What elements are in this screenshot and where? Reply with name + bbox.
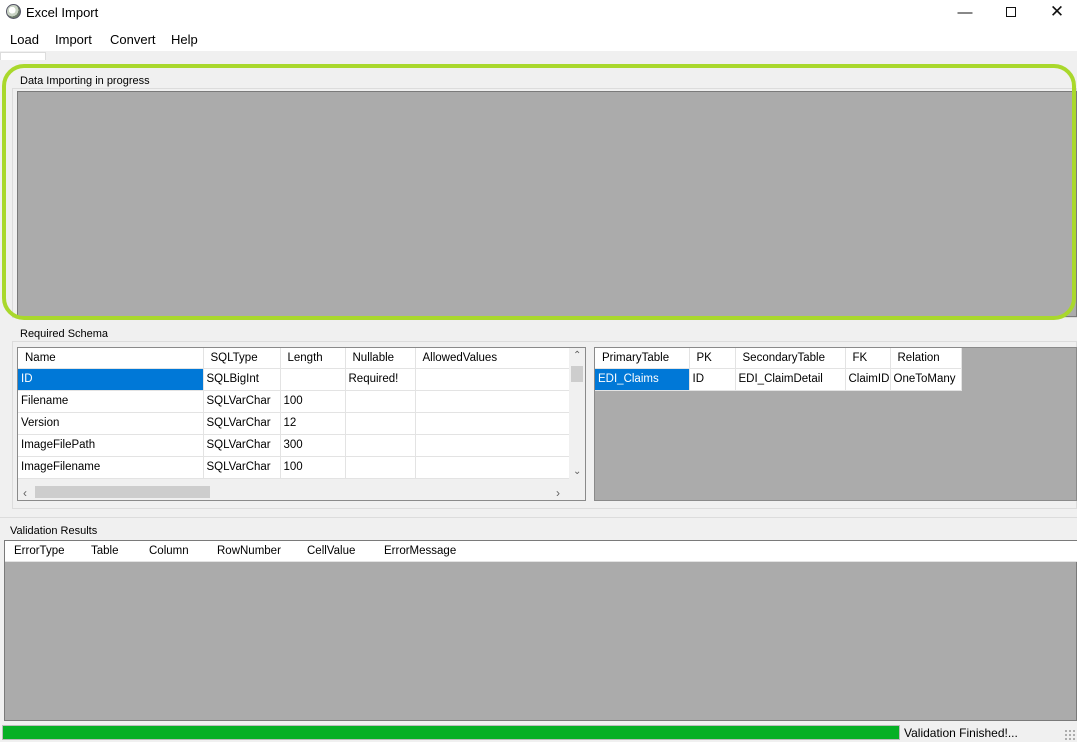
table-cell[interactable]: SQLVarChar <box>203 434 281 457</box>
table-cell[interactable] <box>345 412 416 435</box>
schema-header-row: Name SQLType Length Nullable AllowedValues <box>18 348 570 369</box>
resize-grip-icon[interactable] <box>1064 729 1075 740</box>
table-cell[interactable] <box>415 412 570 435</box>
close-button[interactable]: ✕ <box>1034 0 1077 24</box>
table-cell[interactable] <box>345 390 416 413</box>
schema-grid[interactable]: Name SQLType Length Nullable AllowedValues I… <box>17 347 586 501</box>
validation-grid[interactable]: ErrorType Table Column RowNumber CellVal… <box>4 540 1077 721</box>
menu-help[interactable]: Help <box>171 32 198 47</box>
relations-grid[interactable]: PrimaryTable PK SecondaryTable FK Relation E… <box>594 347 1077 501</box>
menu-import[interactable]: Import <box>55 32 92 47</box>
table-cell[interactable]: SQLBigInt <box>203 368 281 391</box>
menu-bar: Load Import Convert Help <box>0 26 1077 52</box>
table-cell[interactable]: 100 <box>280 456 346 479</box>
scroll-right-icon[interactable]: › <box>556 486 560 500</box>
col-header-rownumber[interactable]: RowNumber <box>217 545 281 557</box>
table-cell[interactable]: OneToMany <box>890 368 962 391</box>
col-header-table[interactable]: Table <box>91 545 119 557</box>
vertical-scroll-thumb[interactable] <box>571 366 583 382</box>
schema-col-header[interactable]: Nullable <box>345 348 416 369</box>
table-row[interactable]: ImageFilename SQLVarChar 100 <box>18 456 570 479</box>
relations-header-row: PrimaryTable PK SecondaryTable FK Relation <box>595 348 962 369</box>
maximize-icon <box>1006 7 1016 17</box>
table-row[interactable]: ImageFilePath SQLVarChar 300 <box>18 434 570 457</box>
table-cell[interactable]: Version <box>18 412 204 435</box>
table-cell[interactable]: SQLVarChar <box>203 412 281 435</box>
table-row[interactable]: Version SQLVarChar 12 <box>18 412 570 435</box>
table-cell[interactable]: 300 <box>280 434 346 457</box>
validation-legend: Validation Results <box>10 525 98 537</box>
table-row[interactable]: ID SQLBigInt Required! <box>18 368 570 391</box>
scroll-down-icon[interactable]: ⌄ <box>573 466 581 477</box>
table-cell[interactable]: SQLVarChar <box>203 390 281 413</box>
table-cell[interactable] <box>345 456 416 479</box>
table-cell[interactable]: 12 <box>280 412 346 435</box>
table-cell[interactable]: ClaimID <box>845 368 891 391</box>
schema-col-header[interactable]: AllowedValues <box>415 348 570 369</box>
table-row[interactable]: EDI_Claims ID EDI_ClaimDetail ClaimID OneToM… <box>595 368 962 391</box>
col-header-errormessage[interactable]: ErrorMessage <box>384 545 456 557</box>
table-cell[interactable] <box>415 368 570 391</box>
relations-col-header[interactable]: Relation <box>890 348 962 369</box>
table-cell[interactable] <box>415 390 570 413</box>
table-cell[interactable]: Filename <box>18 390 204 413</box>
table-cell[interactable] <box>415 456 570 479</box>
progress-bar <box>2 725 900 740</box>
menu-load[interactable]: Load <box>10 32 39 47</box>
table-cell[interactable] <box>280 368 346 391</box>
validation-header-row: ErrorType Table Column RowNumber CellVal… <box>5 541 1077 562</box>
col-header-errortype[interactable]: ErrorType <box>14 545 65 557</box>
relations-col-header[interactable]: PrimaryTable <box>595 348 690 369</box>
title-bar: Excel Import — ✕ <box>0 0 1077 26</box>
table-cell[interactable]: EDI_Claims <box>595 368 690 391</box>
table-cell[interactable] <box>345 434 416 457</box>
schema-group-legend: Required Schema <box>18 328 111 340</box>
highlight-annotation <box>2 64 1076 320</box>
schema-horizontal-scrollbar[interactable]: ‹ › <box>18 484 569 500</box>
minimize-button[interactable]: — <box>942 0 988 24</box>
app-icon <box>6 4 21 19</box>
table-cell[interactable]: ID <box>18 368 204 391</box>
relations-col-header[interactable]: PK <box>689 348 736 369</box>
table-cell[interactable]: 100 <box>280 390 346 413</box>
scroll-up-icon[interactable]: ⌃ <box>573 350 581 361</box>
relations-col-header[interactable]: FK <box>845 348 891 369</box>
maximize-button[interactable] <box>988 0 1034 24</box>
status-text: Validation Finished!... <box>904 726 1018 740</box>
tab-strip[interactable] <box>0 52 46 60</box>
horizontal-scroll-thumb[interactable] <box>35 486 210 498</box>
divider <box>0 517 1077 518</box>
schema-vertical-scrollbar[interactable]: ⌃ ⌄ <box>569 348 585 484</box>
table-cell[interactable]: ImageFilename <box>18 456 204 479</box>
table-row[interactable]: Filename SQLVarChar 100 <box>18 390 570 413</box>
table-cell[interactable]: ID <box>689 368 736 391</box>
schema-col-header[interactable]: Length <box>280 348 346 369</box>
col-header-column[interactable]: Column <box>149 545 189 557</box>
schema-col-header[interactable]: Name <box>18 348 204 369</box>
table-cell[interactable]: EDI_ClaimDetail <box>735 368 846 391</box>
table-cell[interactable]: ImageFilePath <box>18 434 204 457</box>
col-header-cellvalue[interactable]: CellValue <box>307 545 355 557</box>
schema-col-header[interactable]: SQLType <box>203 348 281 369</box>
table-cell[interactable]: Required! <box>345 368 416 391</box>
window-title: Excel Import <box>26 5 99 20</box>
menu-convert[interactable]: Convert <box>110 32 156 47</box>
progress-fill <box>3 726 899 739</box>
scroll-left-icon[interactable]: ‹ <box>23 486 27 500</box>
table-cell[interactable] <box>415 434 570 457</box>
table-cell[interactable]: SQLVarChar <box>203 456 281 479</box>
relations-col-header[interactable]: SecondaryTable <box>735 348 846 369</box>
